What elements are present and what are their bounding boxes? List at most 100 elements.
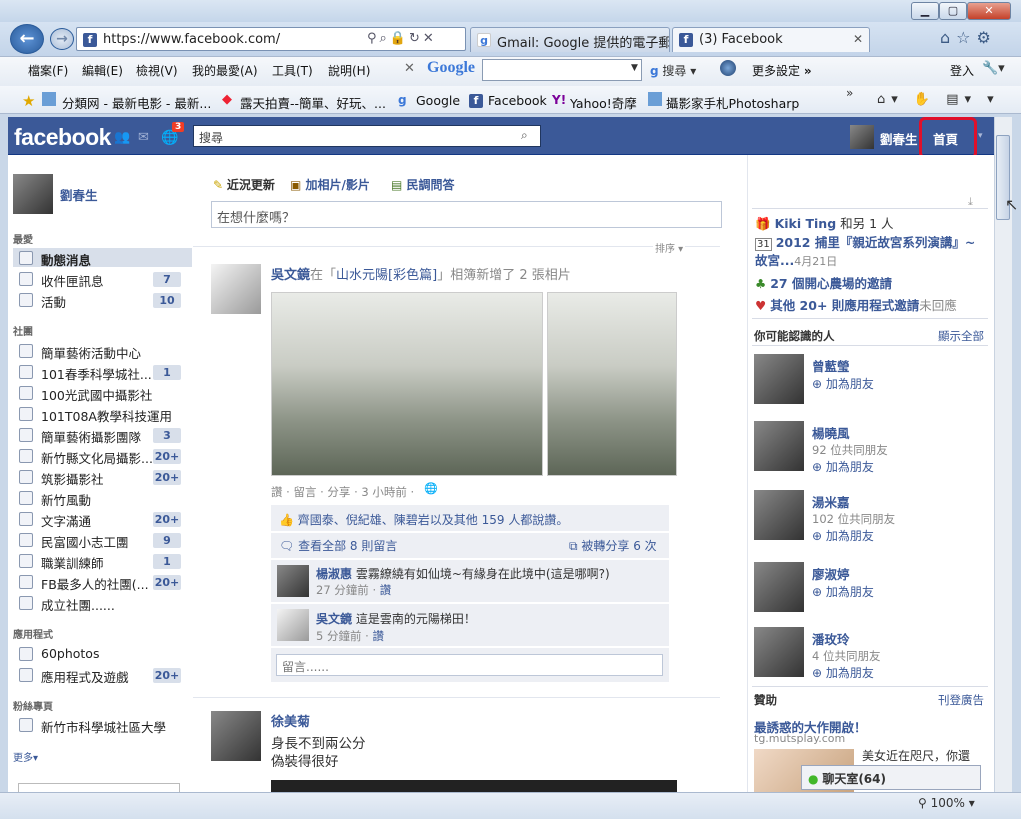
event-item[interactable]: 31 2012 捕里『親近故宮系列演講』~故宮...4月21日 xyxy=(755,235,985,270)
pymk-avatar[interactable] xyxy=(754,490,804,540)
close-button[interactable]: ✕ xyxy=(967,2,1011,20)
post-actions[interactable]: 讚 · 留言 · 分享 · 3 小時前 · xyxy=(271,484,414,500)
pymk-mutual[interactable]: 4 位共同朋友 xyxy=(812,648,880,664)
fav-link-3[interactable]: Google xyxy=(416,93,460,108)
search-icon[interactable]: ⌕ xyxy=(521,128,528,143)
create-ad-link[interactable]: 刊登廣告 xyxy=(938,692,984,708)
composer-input[interactable]: 在想什麼嗎？ xyxy=(211,201,722,228)
comment-2-like[interactable]: 讚 xyxy=(372,629,384,643)
pymk-avatar[interactable] xyxy=(754,562,804,612)
pymk-avatar[interactable] xyxy=(754,627,804,677)
left-fav-2[interactable]: 活動 10 xyxy=(19,292,189,310)
back-button[interactable]: ← xyxy=(10,24,44,54)
left-group-0[interactable]: 簡單藝術活動中心 xyxy=(19,343,189,361)
composer-poll-tab[interactable]: ▤ 民調問答 xyxy=(391,176,455,193)
left-app-0[interactable]: 60photos xyxy=(19,646,189,664)
left-fav-1[interactable]: 收件匣訊息 7 xyxy=(19,271,189,289)
fav-link-6[interactable]: 攝影家手札Photosharp xyxy=(666,93,799,112)
pymk-name[interactable]: 潘玫玲 xyxy=(812,629,850,648)
profile-name[interactable]: 劉春生 xyxy=(60,185,98,204)
post-author-avatar[interactable] xyxy=(211,264,261,314)
left-group-12[interactable]: 成立社團...... xyxy=(19,595,189,613)
menu-edit[interactable]: 編輯(E) xyxy=(82,62,123,79)
left-app-1[interactable]: 應用程式及遊戲 20+ xyxy=(19,667,189,685)
login-button[interactable]: 登入 xyxy=(950,62,974,79)
pymk-name[interactable]: 曾藍瑩 xyxy=(812,356,850,375)
account-dropdown-icon[interactable]: ▾ xyxy=(978,131,983,141)
comment-input[interactable]: 留言...... xyxy=(276,654,663,676)
left-group-10[interactable]: 職業訓練師 1 xyxy=(19,553,189,571)
view-all-comments[interactable]: 🗨 查看全部 8 則留言 xyxy=(279,537,397,554)
shares-link[interactable]: ⧉ 被轉分享 6 次 xyxy=(569,537,657,554)
favbar-more-chevron[interactable]: » xyxy=(846,86,853,100)
fb-logo[interactable]: facebook xyxy=(14,124,111,151)
download-icon[interactable]: ⤓ xyxy=(968,195,973,209)
farm-invite[interactable]: ♣ 27 個開心農場的邀請 xyxy=(755,273,892,292)
left-group-7[interactable]: 新竹風動 xyxy=(19,490,189,508)
left-group-5[interactable]: 新竹縣文化局攝影... 20+ xyxy=(19,448,189,466)
post2-photo[interactable] xyxy=(271,780,677,792)
tab-close-icon[interactable]: ✕ xyxy=(853,32,863,46)
profile-avatar[interactable] xyxy=(13,174,53,214)
add-friend-button[interactable]: ⊕ 加為朋友 xyxy=(812,458,874,475)
fav-link-4[interactable]: Facebook xyxy=(488,93,547,108)
apps-invite[interactable]: ♥ 其他 20+ 則應用程式邀請未回應 xyxy=(755,295,957,314)
sort-button[interactable]: 排序 ▾ xyxy=(653,240,686,255)
left-group-11[interactable]: FB最多人的社團(... 20+ xyxy=(19,574,189,592)
left-page-0[interactable]: 新竹市科學城社區大學 xyxy=(19,717,189,735)
home-star-gear-icons[interactable]: ⌂☆⚙ xyxy=(940,28,997,47)
composer-photo-tab[interactable]: ▣ 加相片/影片 xyxy=(290,176,370,193)
pymk-name[interactable]: 廖淑婷 xyxy=(812,564,850,583)
post-photo-2[interactable] xyxy=(547,292,677,476)
address-bar-tools-icon[interactable]: ⚲⌕🔒↻✕ xyxy=(367,31,437,46)
post-author-name[interactable]: 吳文鏡 xyxy=(271,268,310,283)
add-friend-button[interactable]: ⊕ 加為朋友 xyxy=(812,664,874,681)
left-group-6[interactable]: 筑影攝影社 20+ xyxy=(19,469,189,487)
user-name-link[interactable]: 劉春生 xyxy=(880,129,918,148)
album-link[interactable]: 山水元陽[彩色篇] xyxy=(336,268,437,283)
fav-link-1[interactable]: 分類网 - 最新电影 - 最新... xyxy=(62,93,211,112)
left-group-3[interactable]: 101T08A教學科技運用 xyxy=(19,406,189,424)
menu-tools[interactable]: 工具(T) xyxy=(272,62,313,79)
zoom-control[interactable]: ⚲ 100% ▾ xyxy=(918,796,975,810)
left-fav-0[interactable]: 動態消息 xyxy=(19,250,189,268)
post2-author-name[interactable]: 徐美菊 xyxy=(271,711,310,730)
pymk-name[interactable]: 楊曉風 xyxy=(812,423,850,442)
pymk-see-all[interactable]: 顯示全部 xyxy=(938,328,984,344)
friend-requests-icon[interactable]: 👥 xyxy=(114,130,135,145)
post2-author-avatar[interactable] xyxy=(211,711,261,761)
pymk-name[interactable]: 湯米嘉 xyxy=(812,492,850,511)
add-friend-button[interactable]: ⊕ 加為朋友 xyxy=(812,375,874,392)
add-friend-button[interactable]: ⊕ 加為朋友 xyxy=(812,583,874,600)
command-bar-icons[interactable]: ⌂▾ ✋ ▤▾ ▾ xyxy=(877,92,1000,107)
wrench-icon[interactable]: 🔧▾ xyxy=(982,61,1005,76)
tab-gmail[interactable]: g Gmail: Google 提供的電子郵... xyxy=(470,27,670,52)
left-group-2[interactable]: 100光武國中攝影社 xyxy=(19,385,189,403)
birthday-item[interactable]: 🎁 Kiki Ting 和另 1 人 xyxy=(755,213,894,232)
google-search-input[interactable] xyxy=(482,59,642,81)
tab-facebook[interactable]: f (3) Facebook ✕ xyxy=(672,27,870,52)
maximize-button[interactable]: ▢ xyxy=(939,2,967,20)
fav-link-2[interactable]: 露天拍賣--簡單、好玩、... xyxy=(240,93,386,112)
menu-favorites[interactable]: 我的最愛(A) xyxy=(192,62,258,79)
pymk-avatar[interactable] xyxy=(754,354,804,404)
left-search-box[interactable] xyxy=(18,783,180,792)
messages-icon[interactable]: ✉ xyxy=(138,130,149,145)
globe-icon[interactable] xyxy=(720,60,736,76)
left-group-8[interactable]: 文字滿通 20+ xyxy=(19,511,189,529)
comment-1-like[interactable]: 讚 xyxy=(380,583,392,597)
favorites-star-icon[interactable]: ★ xyxy=(22,92,35,110)
dropdown-icon[interactable]: ▼ xyxy=(631,63,638,73)
forward-button[interactable]: → xyxy=(50,28,74,50)
comment-1-avatar[interactable] xyxy=(277,565,309,597)
left-group-9[interactable]: 民富國小志工團 9 xyxy=(19,532,189,550)
pymk-avatar[interactable] xyxy=(754,421,804,471)
left-group-4[interactable]: 簡單藝術攝影團隊 3 xyxy=(19,427,189,445)
comment-2-avatar[interactable] xyxy=(277,609,309,641)
minimize-button[interactable]: ▁ xyxy=(911,2,939,20)
fb-search-input[interactable]: 搜尋 xyxy=(193,125,541,147)
more-settings-button[interactable]: 更多設定 » xyxy=(752,62,812,79)
toolbar-close-icon[interactable]: ✕ xyxy=(404,61,415,76)
notifications-icon[interactable]: 🌐 xyxy=(161,130,178,146)
pymk-mutual[interactable]: 102 位共同朋友 xyxy=(812,511,895,527)
